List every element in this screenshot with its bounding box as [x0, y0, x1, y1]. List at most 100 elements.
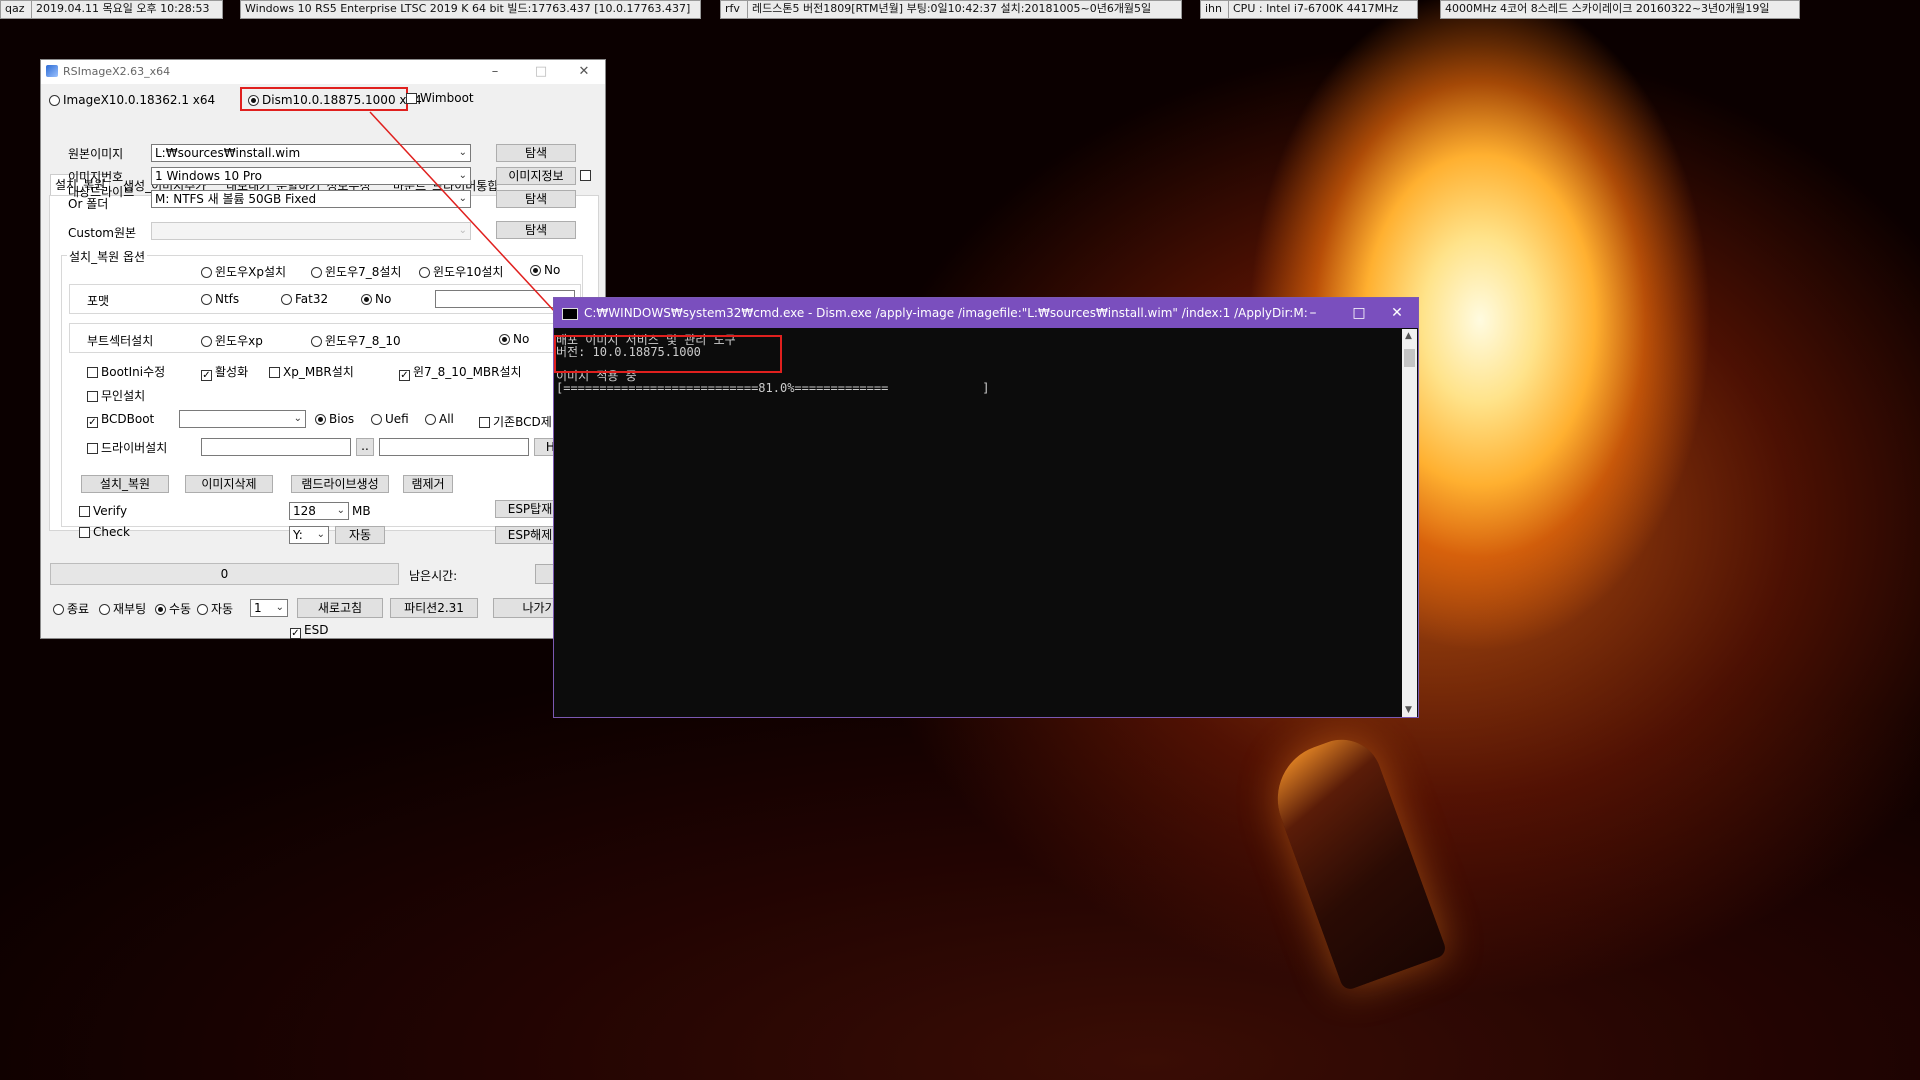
- bios-radio[interactable]: Bios: [315, 412, 354, 426]
- bootsector-label: 부트섹터설치: [87, 334, 154, 348]
- refresh-button[interactable]: 새로고침: [297, 598, 383, 618]
- maximize-button[interactable]: □: [518, 60, 564, 84]
- w7-mbr-checkbox[interactable]: ✓ 윈7_8_10_MBR설치: [399, 363, 522, 381]
- engine-imagex-radio[interactable]: ImageX10.0.18362.1 x64: [49, 93, 215, 107]
- custom-browse-button[interactable]: 탐색: [496, 221, 576, 239]
- target-combo[interactable]: M: NTFS 새 볼륨 50GB Fixed ⌄: [151, 190, 471, 208]
- bootini-checkbox[interactable]: BootIni수정: [87, 363, 165, 380]
- opt-10-radio[interactable]: 윈도우10설치: [419, 263, 503, 280]
- ramdrive-remove-button[interactable]: 램제거: [403, 475, 453, 493]
- opt-10-label: 윈도우10설치: [433, 265, 504, 279]
- close-button[interactable]: ✕: [561, 60, 607, 84]
- driver-path2-input[interactable]: [379, 438, 529, 456]
- rsimage-titlebar[interactable]: RSImageX2.63_x64 – □ ✕: [41, 60, 605, 84]
- driver-browse-button[interactable]: ..: [356, 438, 374, 456]
- cmd-close-button[interactable]: ✕: [1374, 298, 1420, 328]
- rsimage-title: RSImageX2.63_x64: [63, 65, 171, 78]
- check-label: Check: [93, 525, 130, 539]
- ram-size-value: 128: [293, 504, 316, 518]
- source-value: L:₩sources₩install.wim: [155, 146, 301, 160]
- end-exit-label: 종료: [67, 602, 90, 616]
- remaining-time-label: 남은시간:: [409, 569, 458, 583]
- opt-no-radio[interactable]: No: [530, 263, 560, 277]
- partition-button[interactable]: 파티션2.31: [390, 598, 478, 618]
- minimize-button[interactable]: –: [472, 60, 518, 84]
- version-highlight: [554, 335, 782, 373]
- format-label: 포맷: [87, 294, 110, 308]
- driver-install-checkbox[interactable]: 드라이버설치: [87, 439, 167, 456]
- esd-label: ESD: [304, 623, 329, 637]
- target-value: M: NTFS 새 볼륨 50GB Fixed: [155, 192, 317, 206]
- target-label: 대상드라이브 Or 폴더: [68, 186, 134, 210]
- end-auto-radio[interactable]: 자동: [197, 600, 233, 617]
- bcdboot-checkbox[interactable]: ✓ BCDBoot: [87, 412, 154, 428]
- driver-install-label: 드라이버설치: [101, 441, 168, 455]
- scroll-down-icon[interactable]: ▼: [1405, 705, 1412, 715]
- end-manual-label: 수동: [169, 602, 192, 616]
- progress-bar: 0: [50, 563, 399, 585]
- opt-xp-label: 윈도우Xp설치: [215, 265, 287, 279]
- bcdboot-combo[interactable]: ⌄: [179, 410, 306, 428]
- cmd-titlebar[interactable]: C:₩WINDOWS₩system32₩cmd.exe - Dism.exe /…: [554, 298, 1418, 328]
- existing-bcd-checkbox[interactable]: 기존BCD제: [479, 413, 552, 430]
- fmt-no-radio[interactable]: No: [361, 292, 391, 306]
- end-exit-radio[interactable]: 종료: [53, 600, 89, 617]
- chevron-down-icon: ⌄: [458, 170, 467, 181]
- uefi-radio[interactable]: Uefi: [371, 412, 409, 426]
- custom-label: Custom원본: [68, 226, 137, 240]
- check-checkbox[interactable]: Check: [79, 525, 130, 539]
- verify-checkbox[interactable]: Verify: [79, 504, 127, 518]
- index-value: 1 Windows 10 Pro: [155, 169, 262, 183]
- mb-label: MB: [352, 504, 371, 518]
- cmd-minimize-button[interactable]: –: [1290, 298, 1336, 328]
- custom-combo[interactable]: ⌄: [151, 222, 471, 240]
- build-box: 레드스톤5 버전1809[RTM년월] 부팅:0일10:42:37 설치:201…: [747, 0, 1182, 19]
- bios-label: Bios: [329, 412, 355, 426]
- image-info-button[interactable]: 이미지정보: [496, 167, 576, 185]
- unattended-checkbox[interactable]: 무인설치: [87, 387, 145, 404]
- end-reboot-label: 재부팅: [113, 602, 147, 616]
- scroll-up-icon[interactable]: ▲: [1405, 331, 1412, 341]
- end-manual-radio[interactable]: 수동: [155, 600, 191, 617]
- install-button[interactable]: 설치_복원: [81, 475, 169, 493]
- fmt-no-label: No: [375, 292, 392, 306]
- install-options-title: 설치_복원 옵션: [67, 248, 148, 265]
- count-value: 1: [254, 601, 262, 615]
- term-line-progress: [===========================81.0%=======…: [556, 381, 990, 395]
- chevron-down-icon: ⌄: [458, 225, 467, 236]
- w7-mbr-label: 윈7_8_10_MBR설치: [413, 365, 522, 379]
- driver-path-input[interactable]: [201, 438, 351, 456]
- end-reboot-radio[interactable]: 재부팅: [99, 600, 146, 617]
- esd-checkbox[interactable]: ✓ ESD: [290, 623, 328, 639]
- wimboot-checkbox[interactable]: Wimboot: [406, 91, 474, 105]
- xp-mbr-checkbox[interactable]: Xp_MBR설치: [269, 363, 354, 380]
- bs-78-radio[interactable]: 윈도우7_8_10: [311, 332, 401, 349]
- source-browse-button[interactable]: 탐색: [496, 144, 576, 162]
- activate-checkbox[interactable]: ✓ 활성화: [201, 363, 248, 381]
- bs-xp-radio[interactable]: 윈도우xp: [201, 332, 263, 349]
- existing-bcd-label: 기존BCD제: [493, 415, 552, 429]
- ram-size-combo[interactable]: 128 ⌄: [289, 502, 349, 520]
- chevron-down-icon: ⌄: [458, 147, 467, 158]
- count-combo[interactable]: 1 ⌄: [250, 599, 288, 617]
- bs-no-radio[interactable]: No: [499, 332, 529, 346]
- image-info-checkbox[interactable]: [580, 170, 591, 181]
- cmd-scrollbar[interactable]: ▲ ▼: [1402, 329, 1417, 717]
- ramdrive-create-button[interactable]: 램드라이브생성: [291, 475, 389, 493]
- fmt-ntfs-radio[interactable]: Ntfs: [201, 292, 239, 306]
- opt-78-radio[interactable]: 윈도우7_8설치: [311, 263, 401, 280]
- cpu-box: CPU : Intel i7-6700K 4417MHz: [1228, 0, 1418, 19]
- scroll-thumb[interactable]: [1404, 349, 1415, 367]
- fmt-fat32-radio[interactable]: Fat32: [281, 292, 328, 306]
- index-combo[interactable]: 1 Windows 10 Pro ⌄: [151, 167, 471, 185]
- target-browse-button[interactable]: 탐색: [496, 190, 576, 208]
- ram-letter-combo[interactable]: Y: ⌄: [289, 526, 329, 544]
- candle-wick: [1262, 728, 1448, 992]
- all-radio[interactable]: All: [425, 412, 454, 426]
- bs-no-label: No: [513, 332, 530, 346]
- source-combo[interactable]: L:₩sources₩install.wim ⌄: [151, 144, 471, 162]
- delete-image-button[interactable]: 이미지삭제: [185, 475, 273, 493]
- opt-xp-radio[interactable]: 윈도우Xp설치: [201, 263, 286, 280]
- auto-button[interactable]: 자동: [335, 526, 385, 544]
- chevron-down-icon: ⌄: [293, 413, 302, 424]
